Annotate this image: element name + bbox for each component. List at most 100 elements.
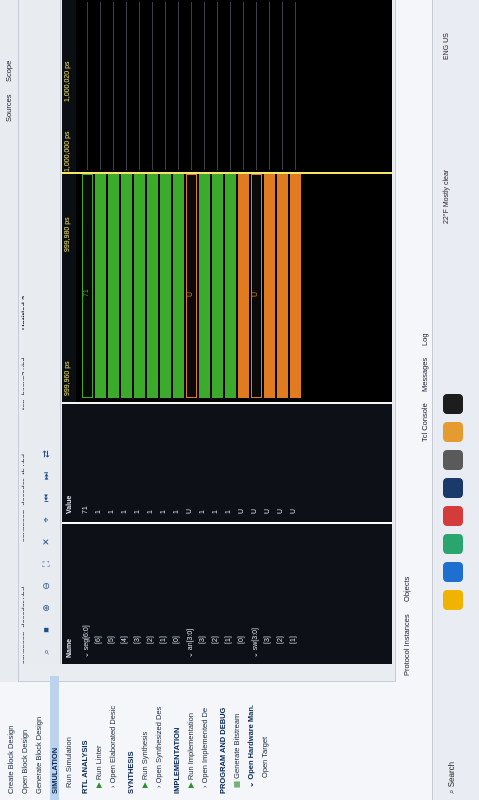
tab-scope[interactable]: Scope	[4, 61, 13, 82]
explorer-icon[interactable]	[443, 590, 463, 610]
flow-item-label: Run Linter	[94, 745, 103, 781]
flow-item-run-linter[interactable]: ▶ Run Linter	[94, 746, 103, 788]
waveform-after-cursor	[152, 2, 153, 170]
signal-name[interactable]: [5]	[108, 504, 117, 664]
flow-item-open-target[interactable]: Open Target	[260, 737, 269, 778]
flow-item-open-synthesized-design[interactable]: › Open Synthesized Des	[154, 707, 163, 788]
flow-section-implementation[interactable]: IMPLEMENTATION	[172, 728, 181, 794]
flow-item-run-simulation[interactable]: Run Simulation	[64, 737, 73, 788]
flow-section-simulation[interactable]: SIMULATION	[50, 676, 59, 800]
search-icon[interactable]: ⌕	[40, 646, 52, 658]
bit-waveform	[277, 174, 288, 398]
go-start-icon[interactable]: ⏮	[40, 492, 52, 504]
windows-taskbar: ⌕ Search 22°F Mostly clear ENG US	[432, 0, 479, 800]
vivado-icon[interactable]	[443, 422, 463, 442]
bit-waveform	[199, 174, 210, 398]
waveform-after-cursor	[165, 2, 166, 170]
signal-name[interactable]: [4]	[121, 504, 130, 664]
signal-value: 71	[82, 506, 89, 514]
signal-name[interactable]: [2]	[147, 504, 156, 664]
flow-item-label: Run Synthesis	[140, 731, 149, 781]
zoom-fit-icon[interactable]: ⛶	[40, 558, 52, 570]
waveform-after-cursor	[178, 2, 179, 170]
signal-name[interactable]: [1]	[225, 504, 234, 664]
signal-name[interactable]: ⌄ seg[6:0]	[82, 518, 91, 664]
language-indicator[interactable]: ENG US	[443, 33, 450, 60]
tab-tcl-console[interactable]: Tcl Console	[420, 403, 429, 442]
zoom-in-icon[interactable]: ⊕	[40, 602, 52, 614]
bit-waveform	[108, 174, 119, 398]
tab-objects[interactable]: Objects	[402, 577, 411, 602]
signal-name[interactable]: [1]	[290, 504, 299, 664]
waveform-after-cursor	[87, 2, 88, 170]
play-icon: ▶	[140, 782, 149, 788]
save-icon[interactable]: ■	[40, 624, 52, 636]
bitstream-icon: ▦	[232, 780, 241, 788]
app-grey-icon[interactable]	[443, 450, 463, 470]
edge-icon[interactable]	[443, 534, 463, 554]
waveform-after-cursor	[139, 2, 140, 170]
waveform-after-cursor	[204, 2, 205, 170]
signal-name[interactable]: [6]	[95, 504, 104, 664]
signal-name[interactable]: [3]	[134, 504, 143, 664]
signal-name[interactable]: [0]	[173, 504, 182, 664]
signal-name[interactable]: [3]	[264, 504, 273, 664]
signal-value: 1	[134, 510, 141, 514]
signal-name[interactable]: [2]	[277, 504, 286, 664]
chevron-right-icon: ›	[200, 785, 209, 789]
bit-waveform	[121, 174, 132, 398]
store-icon[interactable]	[443, 562, 463, 582]
vivado-window: Create Block Design Open Block Design Ge…	[0, 0, 479, 800]
lang-code: ENG	[443, 44, 450, 60]
signal-name[interactable]: ⌄ sw[3:0]	[251, 518, 260, 664]
waveform-after-cursor	[256, 2, 257, 170]
flow-item-open-hardware-manager[interactable]: ⌄ Open Hardware Man.	[246, 705, 255, 788]
cursor-icon[interactable]: ⌖	[40, 514, 52, 526]
tab-protocol-instances[interactable]: Protocol Instances	[402, 614, 411, 676]
signal-name[interactable]: ⌄ an[3:0]	[186, 518, 195, 664]
tab-log[interactable]: Log	[420, 333, 429, 346]
column-header-value: Value	[66, 495, 73, 514]
flow-section-rtl-analysis[interactable]: RTL ANALYSIS	[80, 741, 89, 794]
flow-item-run-implementation[interactable]: ▶ Run Implementation	[186, 713, 195, 788]
waveform-after-cursor	[243, 2, 244, 170]
flow-item-run-synthesis[interactable]: ▶ Run Synthesis	[140, 732, 149, 788]
signal-value: U	[186, 508, 193, 514]
flow-item-open-elaborated-design[interactable]: › Open Elaborated Desic	[108, 706, 117, 788]
app-blue-icon[interactable]	[443, 478, 463, 498]
bus-waveform: U	[186, 174, 197, 398]
tab-messages[interactable]: Messages	[420, 358, 429, 392]
app-red-icon[interactable]	[443, 506, 463, 526]
signal-name-column: Name ⌄ seg[6:0] [6] [5] [4] [3] [2] [1] [0] ⌄ an…	[62, 524, 392, 664]
swap-icon[interactable]: ⇄	[40, 448, 52, 460]
flow-section-synthesis[interactable]: SYNTHESIS	[126, 751, 135, 794]
flow-section-program-and-debug[interactable]: PROGRAM AND DEBUG	[218, 708, 227, 794]
search-box[interactable]: ⌕ Search	[447, 762, 457, 794]
go-end-icon[interactable]: ⏭	[40, 470, 52, 482]
app-dark-icon[interactable]	[443, 394, 463, 414]
waveform-viewer: Name ⌄ seg[6:0] [6] [5] [4] [3] [2] [1] [0] ⌄ an…	[62, 0, 392, 664]
tab-sources[interactable]: Sources	[4, 94, 13, 122]
weather-widget[interactable]: 22°F Mostly clear	[443, 170, 450, 224]
flow-item-open-implemented-design[interactable]: › Open Implemented De	[200, 708, 209, 788]
signal-value: 1	[108, 510, 115, 514]
flow-item-create-block-design[interactable]: Create Block Design	[6, 726, 15, 794]
marker-icon[interactable]: ✕	[40, 536, 52, 548]
signal-name[interactable]: [3]	[199, 504, 208, 664]
signal-name[interactable]: [2]	[212, 504, 221, 664]
bit-waveform	[238, 174, 249, 398]
signal-name[interactable]: [0]	[238, 504, 247, 664]
signal-name[interactable]: [1]	[160, 504, 169, 664]
bit-waveform	[173, 174, 184, 398]
flow-item-label: Run Implementation	[186, 713, 195, 781]
flow-item-generate-bitstream[interactable]: ▦ Generate Bitstream	[232, 714, 241, 788]
zoom-out-icon[interactable]: ⊖	[40, 580, 52, 592]
flow-item-generate-block-design[interactable]: Generate Block Design	[34, 717, 43, 794]
signal-value-column: Value 71 1 1 1 1 1 1 1 U 1 1 1 U U U U U	[62, 402, 392, 524]
signal-value: 1	[225, 510, 232, 514]
waveform-after-cursor	[295, 2, 296, 170]
bit-waveform	[134, 174, 145, 398]
waveform-plot: 999,960 ps 999,980 ps 1,000,000 ps 1,000…	[62, 0, 392, 404]
flow-item-open-block-design[interactable]: Open Block Design	[20, 730, 29, 794]
bus-value-label: U	[252, 291, 259, 297]
